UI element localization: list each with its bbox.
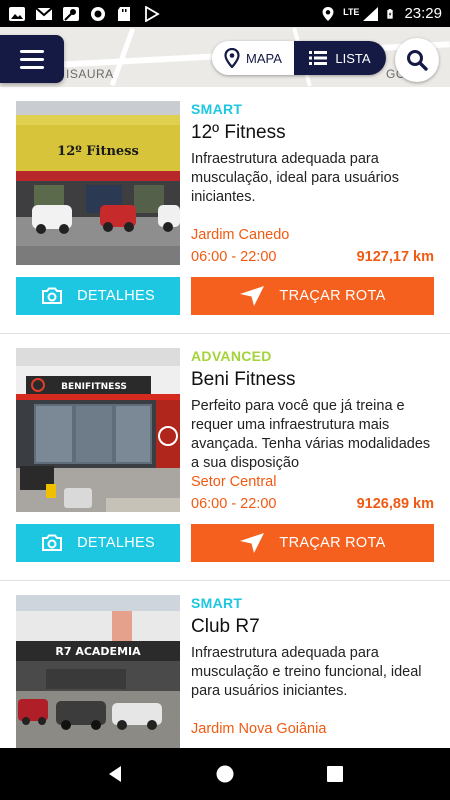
notification-icons xyxy=(8,5,161,22)
app-screen: LTE 23:29 ISAURA GOIÁ MAPA LISTA xyxy=(0,0,450,800)
photo-sign-text: BENIFITNESS xyxy=(61,382,127,392)
route-button-label: TRAÇAR ROTA xyxy=(279,535,386,551)
search-button[interactable] xyxy=(395,38,439,82)
gym-tier: SMART xyxy=(191,595,243,611)
gym-name: Beni Fitness xyxy=(191,369,296,390)
route-button[interactable]: TRAÇAR ROTA xyxy=(191,277,434,315)
hamburger-icon-line xyxy=(20,57,44,61)
gym-tier: SMART xyxy=(191,101,243,117)
status-bar: LTE 23:29 xyxy=(0,0,450,27)
gym-hours: 06:00 - 22:00 xyxy=(191,249,277,265)
gym-info: SMART 12º Fitness Infraestrutura adequad… xyxy=(191,101,435,228)
play-store-icon xyxy=(145,5,160,22)
gym-description: Infraestrutura adequada para musculação … xyxy=(191,645,422,699)
view-toggle: MAPA LISTA xyxy=(212,41,386,75)
camera-icon xyxy=(42,534,63,551)
home-icon[interactable] xyxy=(215,764,235,784)
map-view-label: MAPA xyxy=(246,50,282,66)
location-icon xyxy=(322,6,334,21)
gym-card: R7 ACADEMIA SMART Club R7 Infraestrutura… xyxy=(0,581,450,748)
gym-photo[interactable]: 12º Fitness xyxy=(16,101,180,265)
details-button[interactable]: DETALHES xyxy=(16,524,180,562)
gallery-icon xyxy=(9,6,25,21)
route-button-label: TRAÇAR ROTA xyxy=(279,288,386,304)
gym-distance: 9126,89 km xyxy=(356,496,434,512)
system-navigation-bar xyxy=(0,748,450,800)
gym-card: 12º Fitness SMART 12º Fitness Infraestru… xyxy=(0,87,450,334)
map-place-label: ISAURA xyxy=(66,67,114,81)
details-button[interactable]: DETALHES xyxy=(16,277,180,315)
list-view-label: LISTA xyxy=(335,50,371,66)
gym-photo[interactable]: R7 ACADEMIA xyxy=(16,595,180,748)
gym-description: Infraestrutura adequada para musculação,… xyxy=(191,151,399,205)
back-icon[interactable] xyxy=(105,764,125,784)
signal-icon xyxy=(363,6,379,21)
list-view-button[interactable]: LISTA xyxy=(294,41,386,75)
details-button-label: DETALHES xyxy=(77,288,155,304)
photo-sign-text: 12º Fitness xyxy=(57,144,139,159)
camera-icon xyxy=(42,287,63,304)
network-type: LTE xyxy=(343,7,360,17)
gym-list[interactable]: 12º Fitness SMART 12º Fitness Infraestru… xyxy=(0,87,450,748)
gym-info: ADVANCED Beni Fitness Perfeito para você… xyxy=(191,348,435,475)
hamburger-icon-line xyxy=(20,65,44,69)
gym-distance: 9127,17 km xyxy=(356,249,434,265)
gym-name: 12º Fitness xyxy=(191,122,286,143)
record-icon xyxy=(91,6,105,21)
battery-charging-icon xyxy=(387,8,394,19)
gym-photo[interactable]: BENIFITNESS xyxy=(16,348,180,512)
map-view-button[interactable]: MAPA xyxy=(212,41,294,75)
navigation-arrow-icon xyxy=(240,286,265,306)
gym-neighborhood: Setor Central xyxy=(191,474,277,490)
search-icon xyxy=(407,50,428,71)
hamburger-icon-line xyxy=(20,49,44,53)
list-icon xyxy=(309,51,328,65)
gym-tier: ADVANCED xyxy=(191,348,272,364)
gym-neighborhood: Jardim Canedo xyxy=(191,227,290,243)
recents-icon[interactable] xyxy=(325,764,345,784)
maps-icon xyxy=(63,6,79,21)
clock: 23:29 xyxy=(404,5,442,22)
gym-neighborhood: Jardim Nova Goiânia xyxy=(191,721,327,737)
route-button[interactable]: TRAÇAR ROTA xyxy=(191,524,434,562)
gym-info: SMART Club R7 Infraestrutura adequada pa… xyxy=(191,595,435,722)
navigation-arrow-icon xyxy=(240,533,265,553)
menu-button[interactable] xyxy=(0,35,64,83)
photo-sign-text: R7 ACADEMIA xyxy=(55,645,141,658)
gym-card: BENIFITNESS ADVANCED Beni Fitness Perfei… xyxy=(0,334,450,581)
system-status: LTE 23:29 xyxy=(319,5,442,22)
sd-card-icon xyxy=(118,6,130,21)
gym-description: Perfeito para você que já treina e reque… xyxy=(191,398,431,471)
gmail-icon xyxy=(35,6,53,20)
gym-hours: 06:00 - 22:00 xyxy=(191,496,277,512)
map-pin-icon xyxy=(224,48,240,68)
gym-name: Club R7 xyxy=(191,616,260,637)
details-button-label: DETALHES xyxy=(77,535,155,551)
